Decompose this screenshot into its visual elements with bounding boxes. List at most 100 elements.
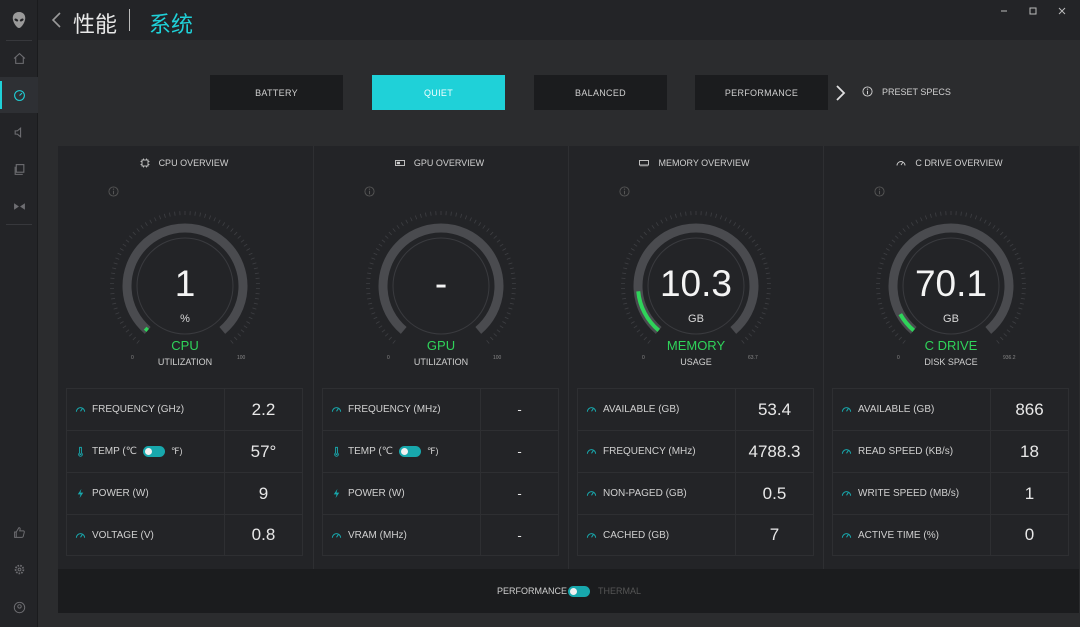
row-label-suffix: ℉) — [170, 446, 183, 456]
row-value: 0.8 — [251, 525, 276, 544]
mode-performance-button[interactable]: PERFORMANCE — [695, 75, 828, 110]
close-button[interactable] — [1052, 4, 1072, 18]
minimize-button[interactable] — [994, 4, 1014, 18]
row-label: FREQUENCY (MHz) — [348, 404, 441, 415]
rail-settings[interactable] — [0, 551, 38, 587]
rail-audio[interactable] — [0, 114, 38, 150]
gauge-tick — [222, 222, 226, 227]
cpu-overview-title: CPU OVERVIEW — [158, 158, 229, 168]
maximize-button[interactable] — [1023, 4, 1043, 18]
row-value: - — [517, 527, 522, 543]
row-value: - — [517, 486, 522, 501]
gauge-tick — [243, 325, 248, 329]
cpu-gauge-unit: % — [180, 313, 190, 325]
back-chevron-icon[interactable] — [50, 11, 64, 29]
gauge-tick — [132, 231, 136, 236]
performance-view-label[interactable]: PERFORMANCE — [497, 586, 567, 596]
minimize-icon — [1001, 10, 1007, 12]
gauge-tick — [920, 217, 923, 222]
gauge-tick — [371, 257, 376, 260]
rail-fusion[interactable] — [0, 188, 38, 224]
gauge-tick — [128, 333, 133, 337]
gauge-tick — [741, 228, 745, 232]
gauge-tick — [144, 222, 148, 227]
layers-icon — [14, 163, 24, 175]
gauge-tick — [213, 217, 216, 222]
gauge-tick — [375, 321, 380, 324]
gauge-tick — [230, 228, 234, 232]
graphics-card-icon — [394, 160, 405, 166]
gauge-tick — [455, 212, 457, 217]
gauge-tick — [499, 325, 504, 329]
temp-unit-toggle[interactable] — [142, 446, 165, 457]
mode-quiet-button[interactable]: QUIET — [372, 75, 505, 110]
gauge-tick — [490, 231, 494, 236]
gauge-tick — [979, 217, 982, 222]
gauge-tick — [885, 248, 890, 251]
gauge-tick — [419, 213, 422, 218]
gauge-tick — [493, 235, 498, 239]
row-label: TEMP (℃ — [92, 446, 137, 457]
view-toggle-bar: PERFORMANCE THERMAL — [58, 569, 1079, 613]
info-icon — [364, 186, 375, 197]
gauge-tick — [469, 217, 472, 222]
rail-feedback[interactable] — [0, 514, 38, 550]
gauge-tick — [1018, 307, 1023, 310]
preset-specs-link[interactable]: PRESET SPECS — [862, 86, 951, 97]
mode-balanced-button[interactable]: BALANCED — [534, 75, 667, 110]
chevron-right-icon[interactable] — [833, 83, 847, 103]
gauge-tick — [651, 225, 655, 229]
bottom-strip — [38, 613, 1080, 627]
gauge-tick — [478, 222, 482, 227]
gauge-tick — [761, 257, 766, 260]
c-drive-gauge-min: 0 — [897, 355, 900, 361]
rail-divider — [6, 224, 32, 225]
gauge-tick — [715, 213, 718, 218]
gauge-tick — [639, 333, 644, 337]
gauge-tick — [888, 243, 893, 247]
gauge-tick — [425, 212, 427, 217]
row-value: 0 — [1024, 525, 1035, 544]
memory-stick-icon — [639, 160, 650, 167]
gauge-tick — [680, 212, 682, 217]
gauge-tick — [506, 312, 511, 315]
rail-account[interactable] — [0, 589, 38, 625]
gauge-tick — [169, 212, 171, 217]
gauge-tick — [970, 213, 973, 218]
table-row: TEMP (℃ ℉) 57° — [66, 430, 303, 472]
mode-battery-button[interactable]: BATTERY — [210, 75, 343, 110]
gauge-tick — [396, 225, 400, 229]
row-value: 0.5 — [762, 483, 787, 503]
gauge-tick — [117, 252, 122, 256]
gauge-tick — [763, 307, 768, 310]
rail-library[interactable] — [0, 151, 38, 187]
gauge-tick — [369, 307, 374, 310]
gauge-tick — [410, 217, 413, 222]
gauge-tick — [655, 222, 659, 227]
temp-unit-toggle[interactable] — [398, 446, 421, 457]
row-label: NON-PAGED (GB) — [603, 488, 687, 499]
gauge-tick — [894, 333, 899, 337]
row-label: POWER (W) — [348, 488, 405, 499]
cpu-gauge-value: 1 — [174, 263, 196, 304]
info-icon — [862, 86, 873, 97]
row-value: 7 — [769, 525, 780, 544]
rail-home[interactable] — [0, 40, 38, 76]
row-label: FREQUENCY (GHz) — [92, 404, 185, 415]
gauge-tick — [375, 248, 380, 251]
row-value: 9 — [258, 483, 269, 503]
speedometer-icon — [13, 89, 25, 101]
page-subtitle[interactable]: 系统 — [149, 7, 193, 39]
row-label: POWER (W) — [92, 488, 149, 499]
gauge-tick — [881, 257, 886, 260]
gauge-tick — [246, 248, 251, 251]
thermal-view-label[interactable]: THERMAL — [598, 586, 641, 596]
gpu-overview-title: GPU OVERVIEW — [413, 158, 485, 168]
gauge-tick — [983, 219, 987, 224]
alien-logo-icon[interactable] — [11, 11, 27, 29]
gauge-tick — [136, 228, 140, 232]
rail-performance[interactable] — [0, 77, 38, 113]
memory-overview: MEMORY OVERVIEW 10.3 GB MEMORY USAGE 0 6… — [568, 146, 820, 569]
row-label: AVAILABLE (GB) — [858, 404, 935, 415]
performance-thermal-toggle[interactable] — [568, 586, 590, 597]
